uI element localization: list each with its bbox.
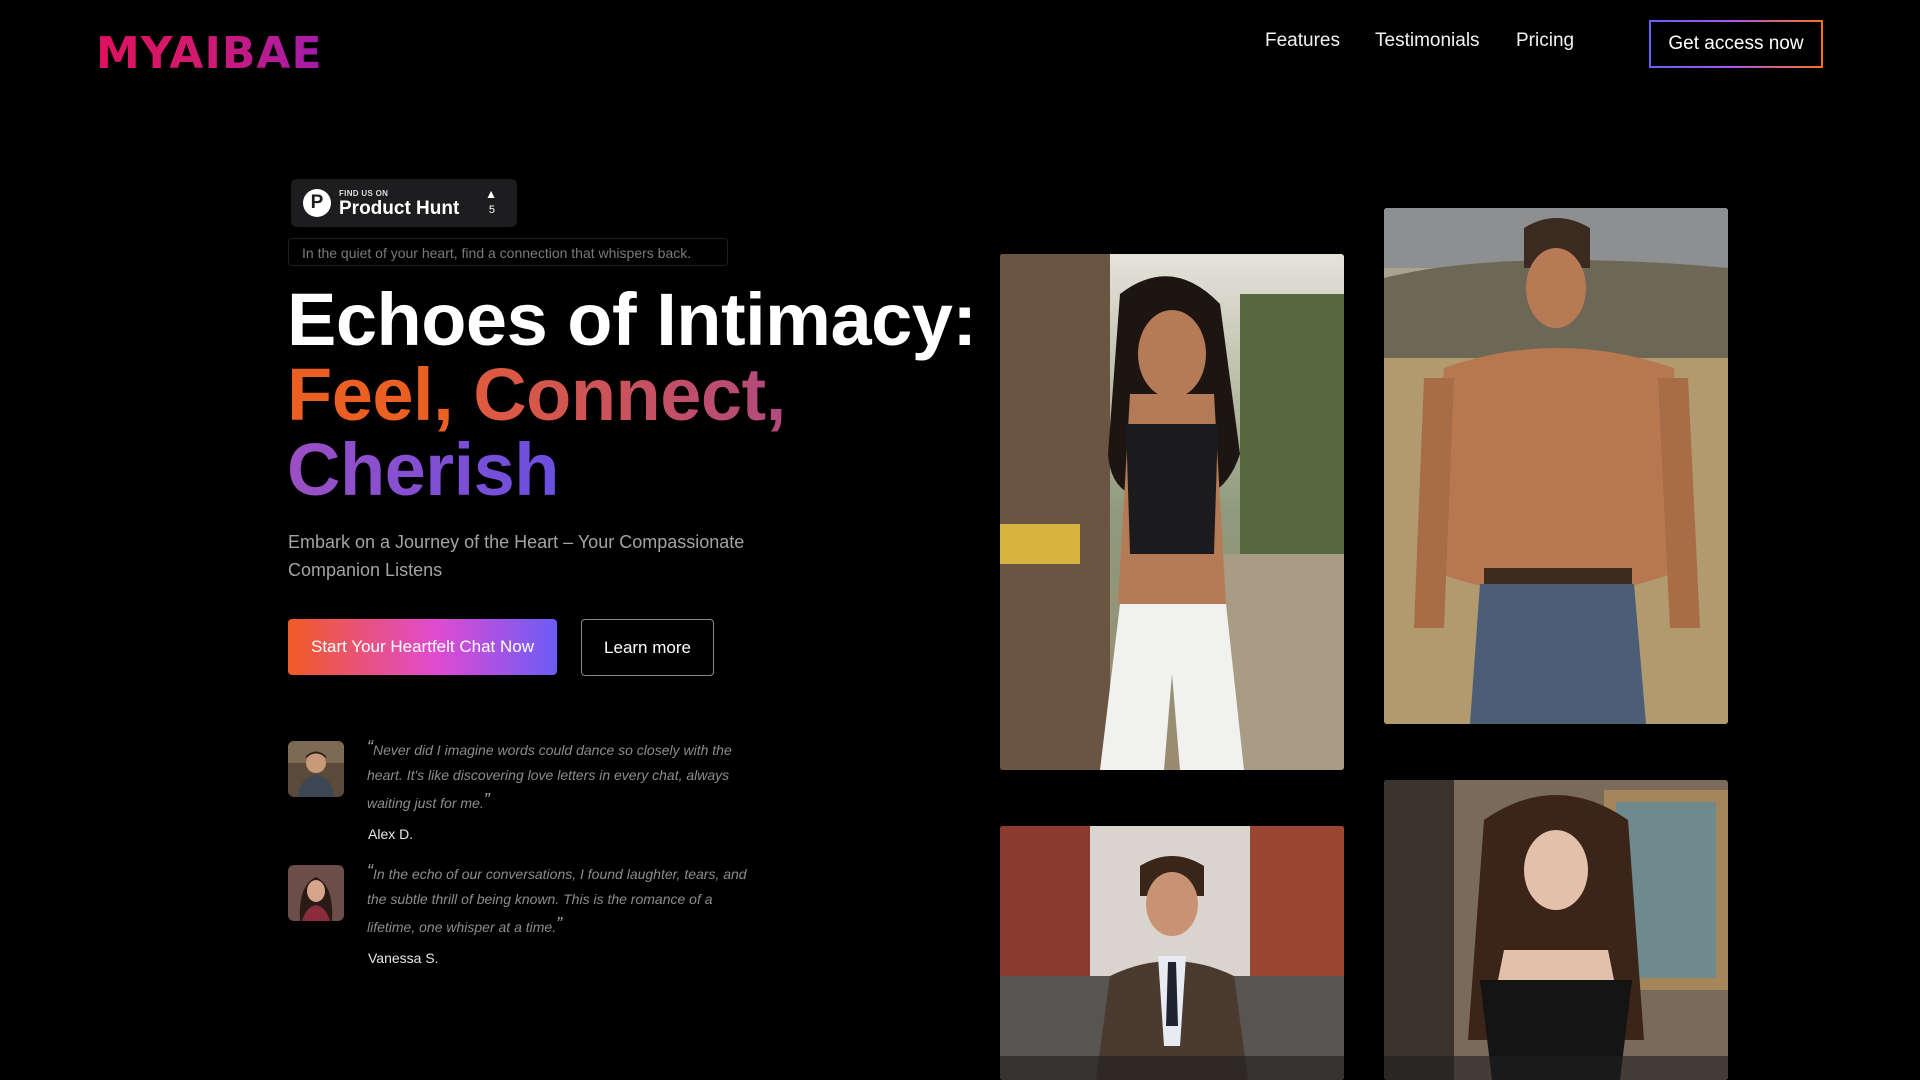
photo-overlay-strip <box>1000 1056 1344 1080</box>
hero-tagline: In the quiet of your heart, find a conne… <box>288 238 728 266</box>
headline-cherish: Cherish <box>287 428 560 511</box>
headline-line-2: Feel, Connect, <box>287 358 786 432</box>
product-hunt-badge[interactable]: P FIND US ON Product Hunt ▲ 5 <box>291 179 517 227</box>
product-hunt-small-label: FIND US ON <box>339 189 389 198</box>
nav-pricing-link[interactable]: Pricing <box>1516 30 1574 52</box>
learn-more-button[interactable]: Learn more <box>581 619 714 676</box>
start-chat-button[interactable]: Start Your Heartfelt Chat Now <box>288 619 557 675</box>
nav-features-link[interactable]: Features <box>1265 30 1340 52</box>
logo[interactable]: MYAIBAE <box>96 28 323 79</box>
upvote-arrow-icon: ▲ <box>485 187 497 201</box>
avatar <box>288 741 344 797</box>
product-hunt-logo-icon: P <box>303 189 331 217</box>
avatar <box>288 865 344 921</box>
product-hunt-title: Product Hunt <box>339 198 460 219</box>
testimonial-author: Alex D. <box>368 826 414 842</box>
get-access-button[interactable]: Get access now <box>1649 20 1823 68</box>
upvote-count: 5 <box>488 204 495 216</box>
companion-photo-woman-black-top <box>1000 254 1344 770</box>
photo-overlay-strip <box>1384 1056 1728 1080</box>
headline-line-3: Cherish <box>287 433 560 507</box>
headline-line-1: Echoes of Intimacy: <box>287 278 977 361</box>
testimonial-author: Vanessa S. <box>368 950 439 966</box>
companion-photo-man-suit <box>1000 826 1344 1080</box>
hero-subtitle: Embark on a Journey of the Heart – Your … <box>288 532 745 580</box>
headline-feel: Feel, <box>287 353 454 436</box>
companion-photo-man-shirtless <box>1384 208 1728 724</box>
nav-testimonials-link[interactable]: Testimonials <box>1375 30 1480 52</box>
testimonial-quote: “Never did I imagine words could dance s… <box>367 737 732 811</box>
headline-connect: Connect, <box>473 353 786 436</box>
testimonial-quote: “In the echo of our conversations, I fou… <box>367 861 747 935</box>
companion-photo-woman-black-dress <box>1384 780 1728 1080</box>
